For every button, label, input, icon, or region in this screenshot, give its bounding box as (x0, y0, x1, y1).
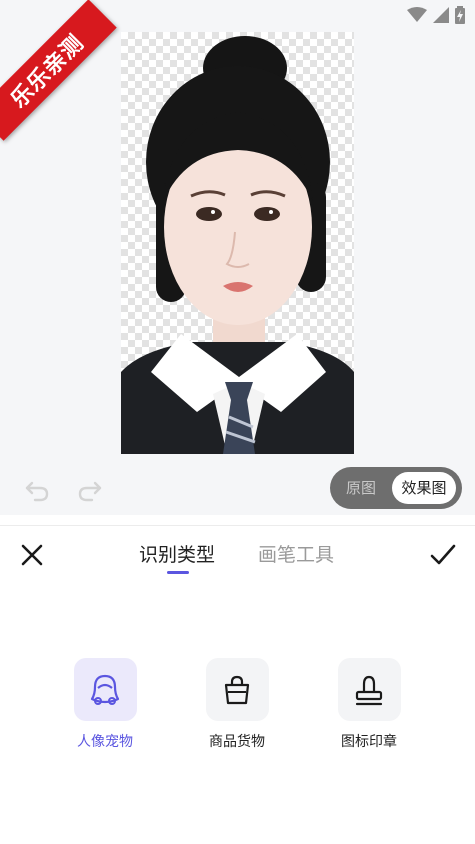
option-label: 商品货物 (209, 734, 265, 750)
battery-icon (455, 6, 465, 24)
redo-icon[interactable] (76, 475, 104, 503)
person-icon (90, 674, 120, 705)
check-icon[interactable] (428, 541, 458, 569)
edit-toolbar: 原图 效果图 (0, 463, 475, 515)
option-stamp[interactable]: 图标印章 (314, 658, 424, 751)
signal-icon (433, 7, 449, 23)
option-stamp-box[interactable] (337, 658, 401, 721)
portrait-image (121, 36, 354, 454)
cutout-photo[interactable] (121, 32, 354, 454)
close-icon[interactable] (18, 541, 46, 569)
option-portrait-box[interactable] (73, 658, 137, 721)
toggle-effect[interactable]: 效果图 (392, 472, 456, 504)
bottom-panel: 识别类型 画笔工具 人像宠物 商品货物 图标印章 (0, 525, 475, 844)
option-goods[interactable]: 商品货物 (182, 658, 292, 751)
option-goods-box[interactable] (205, 658, 269, 721)
option-portrait-pet[interactable]: 人像宠物 (50, 658, 160, 751)
stamp-icon (355, 675, 383, 705)
tab-recognition-type[interactable]: 识别类型 (139, 540, 215, 570)
shopping-bag-icon (224, 675, 250, 704)
status-icons (407, 6, 465, 24)
canvas-area: 乐乐亲测 (0, 0, 475, 463)
tab-underline (167, 571, 189, 574)
option-label: 人像宠物 (77, 734, 133, 750)
tab-brush-tool[interactable]: 画笔工具 (258, 540, 334, 570)
wifi-icon (407, 7, 427, 22)
toggle-original[interactable]: 原图 (338, 467, 384, 509)
undo-icon[interactable] (23, 475, 51, 503)
compare-toggle[interactable]: 原图 效果图 (330, 467, 462, 509)
option-label: 图标印章 (341, 734, 397, 750)
